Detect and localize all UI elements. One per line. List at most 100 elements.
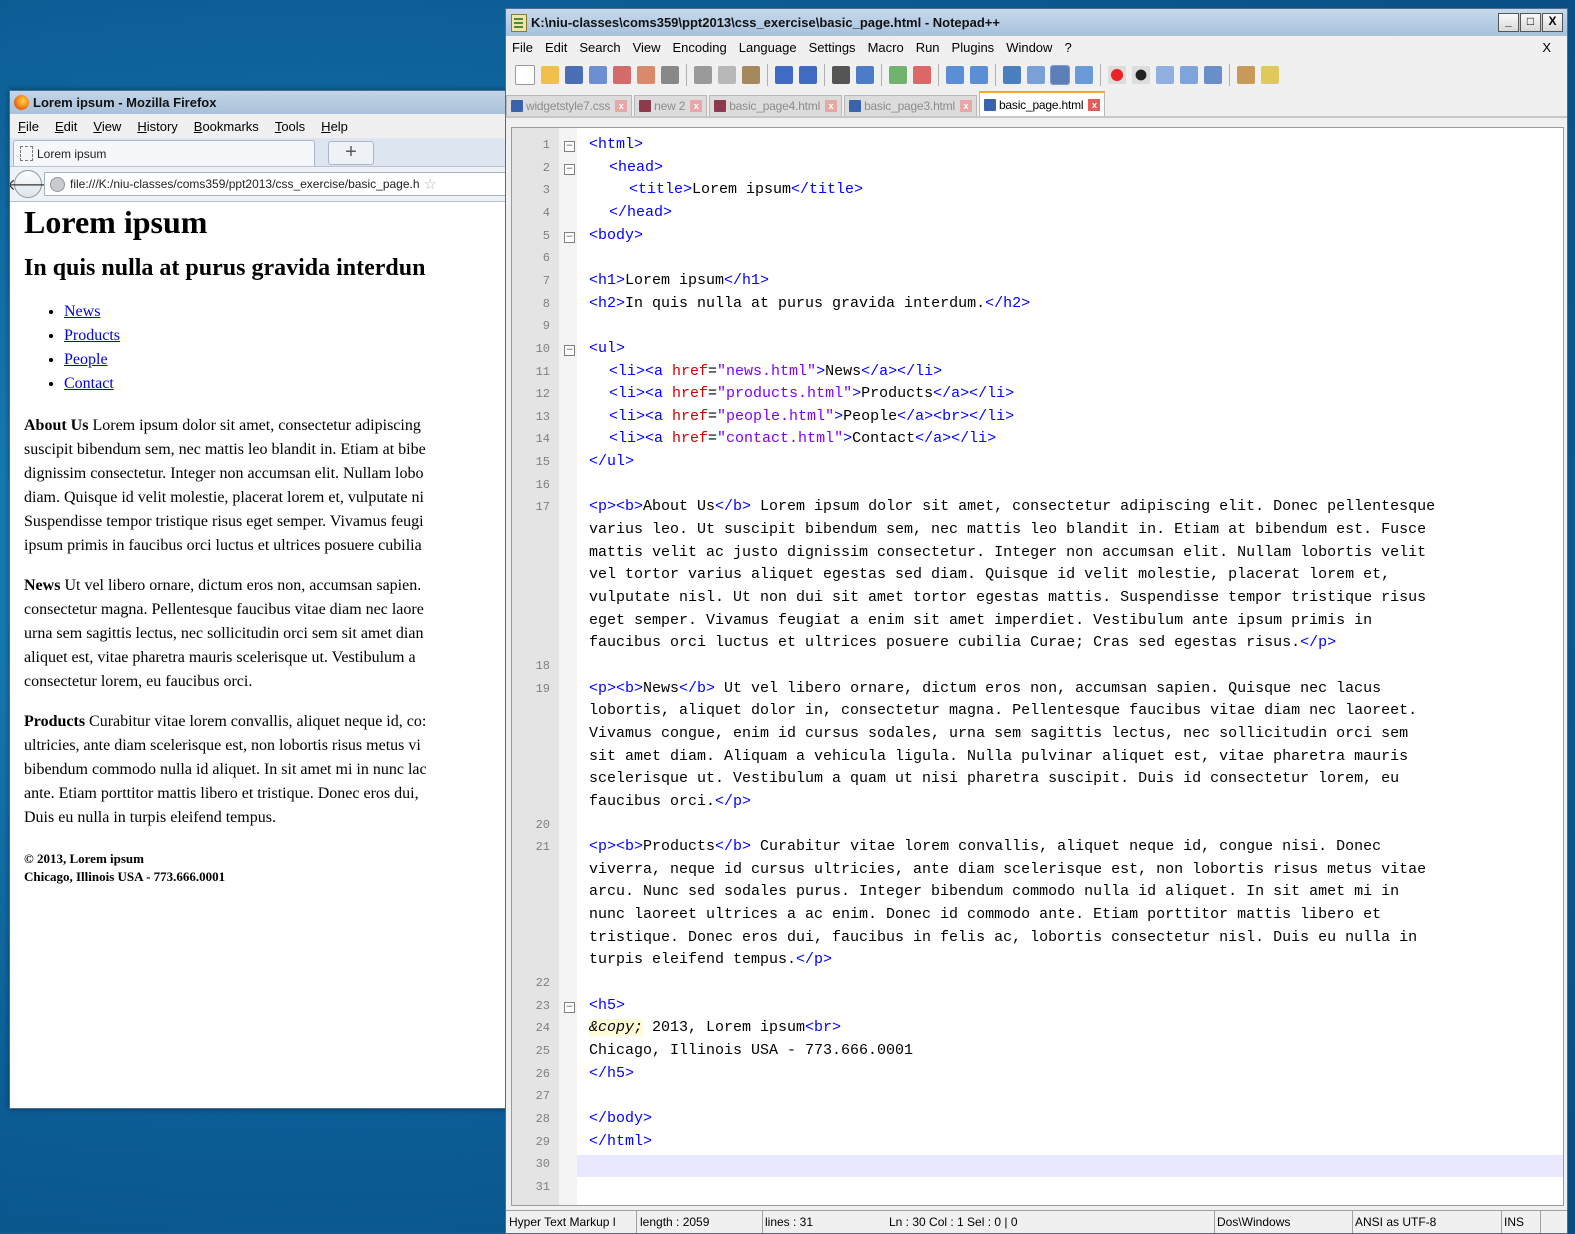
menu-tools[interactable]: Tools: [267, 119, 313, 134]
doc-map-icon[interactable]: [1075, 66, 1093, 84]
firefox-icon: [14, 95, 29, 110]
menu-view[interactable]: View: [85, 119, 129, 134]
menu-file[interactable]: File: [10, 119, 47, 134]
code-line: </ul>: [589, 453, 634, 470]
menu-search[interactable]: Search: [573, 40, 626, 55]
menu-plugins[interactable]: Plugins: [946, 40, 1001, 55]
code-token: </p>: [1300, 634, 1337, 652]
redo-icon[interactable]: [799, 66, 817, 84]
notepad-titlebar[interactable]: K:\niu-classes\coms359\ppt2013\css_exerc…: [506, 9, 1567, 36]
menu-view[interactable]: View: [627, 40, 667, 55]
paragraph-text: Curabitur vitae lorem convallis, aliquet…: [85, 713, 427, 730]
replace-icon[interactable]: [856, 66, 874, 84]
menu-run[interactable]: Run: [910, 40, 946, 55]
code-token: <body>: [589, 226, 644, 244]
tab-label: basic_page.html: [998, 97, 1084, 112]
fold-toggle-icon[interactable]: −: [564, 344, 575, 356]
print-icon[interactable]: [661, 66, 679, 84]
fold-toggle-icon[interactable]: −: [564, 163, 575, 175]
tab-close-icon[interactable]: x: [825, 100, 838, 112]
paragraph-text: suscipit bibendum sem, nec mattis leo bl…: [24, 441, 426, 458]
copy-icon[interactable]: [718, 66, 736, 84]
menu-help[interactable]: ?: [1058, 40, 1077, 55]
indent-guide-icon[interactable]: [1050, 65, 1070, 85]
word-wrap-icon[interactable]: [1003, 66, 1021, 84]
code-token: <p><b>: [589, 498, 644, 516]
menu-window[interactable]: Window: [1000, 40, 1058, 55]
abc-check-icon[interactable]: [1261, 66, 1279, 84]
tab-close-icon[interactable]: x: [1088, 98, 1101, 111]
fold-toggle-icon[interactable]: −: [564, 1001, 575, 1013]
menu-encoding[interactable]: Encoding: [667, 40, 733, 55]
back-button[interactable]: 🡐: [10, 170, 49, 198]
record-macro-icon[interactable]: [1108, 66, 1126, 84]
menu-file[interactable]: File: [506, 40, 539, 55]
menu-bookmarks[interactable]: Bookmarks: [186, 119, 267, 134]
site-identity-icon[interactable]: [50, 176, 65, 192]
play-macro-icon[interactable]: [1156, 66, 1174, 84]
page-footer: © 2013, Lorem ipsum Chicago, Illinois US…: [24, 850, 496, 886]
close-icon[interactable]: [613, 66, 631, 84]
fold-toggle-icon[interactable]: −: [564, 231, 575, 243]
maximize-button[interactable]: □: [1520, 13, 1541, 32]
menu-edit[interactable]: Edit: [47, 119, 85, 134]
list-item: Products: [64, 324, 496, 348]
tab-close-icon[interactable]: x: [615, 100, 628, 112]
tab-label: Lorem ipsum: [37, 146, 107, 161]
bookmark-star-icon[interactable]: ☆: [424, 175, 437, 193]
file-tab-basic-page4[interactable]: basic_page4.html x: [709, 95, 843, 116]
save-all-icon[interactable]: [589, 66, 607, 84]
code-token: </h5>: [589, 1064, 635, 1082]
spellcheck-icon[interactable]: [1237, 66, 1255, 84]
status-position: Ln : 30 Col : 1 Sel : 0 | 0: [886, 1211, 1215, 1233]
file-tab-basic-page3[interactable]: basic_page3.html x: [844, 95, 977, 116]
new-file-icon[interactable]: [515, 65, 535, 85]
paste-icon[interactable]: [742, 66, 760, 84]
menu-language[interactable]: Language: [733, 40, 803, 55]
paragraph-text: bibendum commodo nulla id aliquet. In si…: [24, 761, 427, 778]
save-icon[interactable]: [565, 66, 583, 84]
close-all-icon[interactable]: [637, 66, 655, 84]
undo-icon[interactable]: [775, 66, 793, 84]
show-all-chars-icon[interactable]: [1027, 66, 1045, 84]
window-controls: _ □ X: [1497, 13, 1563, 32]
firefox-titlebar[interactable]: Lorem ipsum - Mozilla Firefox: [10, 91, 510, 114]
file-tab-basic-page[interactable]: basic_page.html x: [978, 91, 1106, 116]
line-number: 23: [535, 998, 550, 1013]
close-document-button[interactable]: X: [1536, 40, 1557, 55]
file-tab-widgetstyle7[interactable]: widgetstyle7.css x: [506, 95, 633, 116]
paragraph-bold-lead: Products: [24, 713, 86, 730]
link-people[interactable]: People: [64, 351, 108, 368]
zoom-in-icon[interactable]: [889, 66, 907, 84]
paragraph-text: ipsum primis in faucibus orci luctus et …: [24, 537, 422, 554]
minimize-button[interactable]: _: [1498, 13, 1519, 32]
menu-help[interactable]: Help: [313, 119, 356, 134]
tab-close-icon[interactable]: x: [959, 100, 972, 112]
zoom-out-icon[interactable]: [913, 66, 931, 84]
line-number: 14: [535, 432, 550, 447]
cut-icon[interactable]: [694, 66, 712, 84]
tab-close-icon[interactable]: x: [690, 100, 703, 112]
menu-history[interactable]: History: [129, 119, 185, 134]
open-file-icon[interactable]: [541, 66, 559, 84]
fold-toggle-icon[interactable]: −: [564, 141, 575, 152]
file-tab-new-2[interactable]: new 2 x: [634, 95, 708, 116]
save-macro-icon[interactable]: [1204, 66, 1222, 84]
browser-tab[interactable]: Lorem ipsum: [13, 140, 315, 166]
close-button[interactable]: X: [1542, 13, 1563, 32]
new-tab-button[interactable]: +: [328, 141, 374, 165]
code-editor[interactable]: 1 2 3 4 5 6 7 8 9 10 11 12 13 14 15 16 17 18 19 20 21 22 23 24 2…: [511, 127, 1564, 1206]
paragraph-bold-lead: News: [24, 577, 61, 594]
link-news[interactable]: News: [64, 303, 100, 320]
run-macro-multiple-icon[interactable]: [1180, 66, 1198, 84]
menu-settings[interactable]: Settings: [803, 40, 862, 55]
menu-macro[interactable]: Macro: [862, 40, 910, 55]
sync-vertical-icon[interactable]: [946, 66, 964, 84]
link-products[interactable]: Products: [64, 327, 120, 344]
menu-edit[interactable]: Edit: [539, 40, 573, 55]
sync-horizontal-icon[interactable]: [970, 66, 988, 84]
find-icon[interactable]: [832, 66, 850, 84]
url-bar[interactable]: file:///K:/niu-classes/coms359/ppt2013/c…: [44, 172, 510, 196]
stop-macro-icon[interactable]: [1132, 66, 1150, 84]
link-contact[interactable]: Contact: [64, 375, 114, 392]
